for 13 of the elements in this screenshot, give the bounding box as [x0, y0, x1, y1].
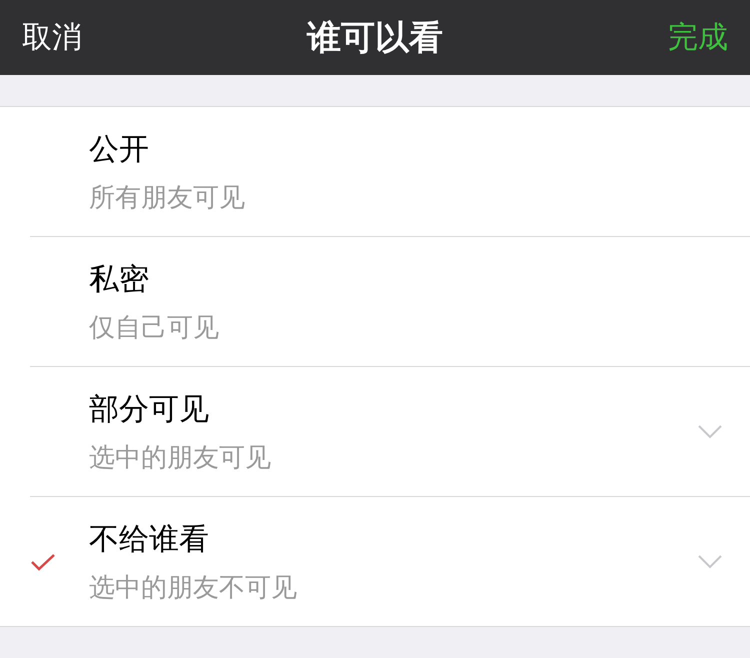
- option-title: 部分可见: [89, 390, 210, 428]
- option-title: 公开: [89, 130, 150, 168]
- chevron-down-icon[interactable]: [698, 424, 722, 438]
- done-button[interactable]: 完成: [668, 17, 728, 58]
- option-subtitle: 选中的朋友不可见: [89, 572, 298, 604]
- chevron-down-icon[interactable]: [698, 554, 722, 568]
- option-subtitle: 仅自己可见: [89, 312, 220, 344]
- page-title: 谁可以看: [307, 18, 443, 58]
- option-title: 私密: [89, 260, 150, 298]
- option-title: 不给谁看: [89, 520, 210, 558]
- cancel-button[interactable]: 取消: [22, 17, 82, 58]
- option-subtitle: 选中的朋友可见: [89, 442, 272, 474]
- option-subtitle: 所有朋友可见: [89, 182, 246, 214]
